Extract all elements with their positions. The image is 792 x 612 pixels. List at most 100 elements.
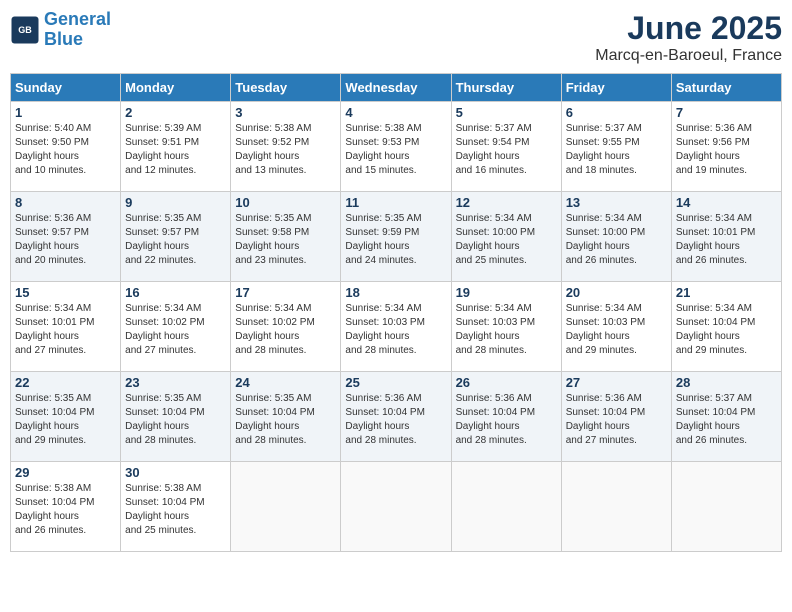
weekday-header: Sunday bbox=[11, 74, 121, 102]
day-info: Sunrise: 5:34 AM Sunset: 10:00 PM Daylig… bbox=[566, 212, 667, 268]
calendar-day-cell: 27 Sunrise: 5:36 AM Sunset: 10:04 PM Day… bbox=[561, 372, 671, 462]
calendar-week-row: 1 Sunrise: 5:40 AM Sunset: 9:50 PM Dayli… bbox=[11, 102, 782, 192]
day-info: Sunrise: 5:34 AM Sunset: 10:00 PM Daylig… bbox=[456, 212, 557, 268]
weekday-header: Monday bbox=[121, 74, 231, 102]
calendar-day-cell: 5 Sunrise: 5:37 AM Sunset: 9:54 PM Dayli… bbox=[451, 102, 561, 192]
day-number: 7 bbox=[676, 105, 777, 120]
weekday-header: Tuesday bbox=[231, 74, 341, 102]
day-number: 10 bbox=[235, 195, 336, 210]
weekday-header-row: SundayMondayTuesdayWednesdayThursdayFrid… bbox=[11, 74, 782, 102]
calendar-day-cell: 12 Sunrise: 5:34 AM Sunset: 10:00 PM Day… bbox=[451, 192, 561, 282]
calendar-day-cell bbox=[341, 462, 451, 552]
calendar-day-cell: 23 Sunrise: 5:35 AM Sunset: 10:04 PM Day… bbox=[121, 372, 231, 462]
day-number: 25 bbox=[345, 375, 446, 390]
day-info: Sunrise: 5:34 AM Sunset: 10:03 PM Daylig… bbox=[566, 302, 667, 358]
day-info: Sunrise: 5:36 AM Sunset: 10:04 PM Daylig… bbox=[345, 392, 446, 448]
day-number: 22 bbox=[15, 375, 116, 390]
day-number: 13 bbox=[566, 195, 667, 210]
day-info: Sunrise: 5:37 AM Sunset: 9:54 PM Dayligh… bbox=[456, 122, 557, 178]
day-number: 19 bbox=[456, 285, 557, 300]
calendar-day-cell: 4 Sunrise: 5:38 AM Sunset: 9:53 PM Dayli… bbox=[341, 102, 451, 192]
day-number: 18 bbox=[345, 285, 446, 300]
calendar-week-row: 15 Sunrise: 5:34 AM Sunset: 10:01 PM Day… bbox=[11, 282, 782, 372]
day-number: 14 bbox=[676, 195, 777, 210]
day-number: 8 bbox=[15, 195, 116, 210]
calendar-day-cell: 13 Sunrise: 5:34 AM Sunset: 10:00 PM Day… bbox=[561, 192, 671, 282]
day-number: 26 bbox=[456, 375, 557, 390]
day-info: Sunrise: 5:40 AM Sunset: 9:50 PM Dayligh… bbox=[15, 122, 116, 178]
calendar-day-cell: 28 Sunrise: 5:37 AM Sunset: 10:04 PM Day… bbox=[671, 372, 781, 462]
calendar-day-cell: 17 Sunrise: 5:34 AM Sunset: 10:02 PM Day… bbox=[231, 282, 341, 372]
day-info: Sunrise: 5:36 AM Sunset: 10:04 PM Daylig… bbox=[566, 392, 667, 448]
day-number: 30 bbox=[125, 465, 226, 480]
day-number: 3 bbox=[235, 105, 336, 120]
calendar-day-cell: 11 Sunrise: 5:35 AM Sunset: 9:59 PM Dayl… bbox=[341, 192, 451, 282]
calendar-week-row: 29 Sunrise: 5:38 AM Sunset: 10:04 PM Day… bbox=[11, 462, 782, 552]
calendar-day-cell: 16 Sunrise: 5:34 AM Sunset: 10:02 PM Day… bbox=[121, 282, 231, 372]
calendar-day-cell: 29 Sunrise: 5:38 AM Sunset: 10:04 PM Day… bbox=[11, 462, 121, 552]
day-info: Sunrise: 5:34 AM Sunset: 10:04 PM Daylig… bbox=[676, 302, 777, 358]
day-info: Sunrise: 5:35 AM Sunset: 9:59 PM Dayligh… bbox=[345, 212, 446, 268]
day-number: 4 bbox=[345, 105, 446, 120]
day-info: Sunrise: 5:34 AM Sunset: 10:01 PM Daylig… bbox=[676, 212, 777, 268]
weekday-header: Friday bbox=[561, 74, 671, 102]
calendar-day-cell: 20 Sunrise: 5:34 AM Sunset: 10:03 PM Day… bbox=[561, 282, 671, 372]
title-area: June 2025 Marcq-en-Baroeul, France bbox=[595, 10, 782, 65]
logo-blue: Blue bbox=[44, 29, 83, 49]
day-info: Sunrise: 5:38 AM Sunset: 10:04 PM Daylig… bbox=[15, 482, 116, 538]
calendar-day-cell: 1 Sunrise: 5:40 AM Sunset: 9:50 PM Dayli… bbox=[11, 102, 121, 192]
day-number: 17 bbox=[235, 285, 336, 300]
day-info: Sunrise: 5:38 AM Sunset: 9:52 PM Dayligh… bbox=[235, 122, 336, 178]
calendar-day-cell: 19 Sunrise: 5:34 AM Sunset: 10:03 PM Day… bbox=[451, 282, 561, 372]
calendar-day-cell: 8 Sunrise: 5:36 AM Sunset: 9:57 PM Dayli… bbox=[11, 192, 121, 282]
day-info: Sunrise: 5:39 AM Sunset: 9:51 PM Dayligh… bbox=[125, 122, 226, 178]
calendar-day-cell: 2 Sunrise: 5:39 AM Sunset: 9:51 PM Dayli… bbox=[121, 102, 231, 192]
day-info: Sunrise: 5:34 AM Sunset: 10:02 PM Daylig… bbox=[125, 302, 226, 358]
calendar-day-cell: 24 Sunrise: 5:35 AM Sunset: 10:04 PM Day… bbox=[231, 372, 341, 462]
calendar-day-cell: 3 Sunrise: 5:38 AM Sunset: 9:52 PM Dayli… bbox=[231, 102, 341, 192]
day-info: Sunrise: 5:38 AM Sunset: 10:04 PM Daylig… bbox=[125, 482, 226, 538]
calendar-day-cell: 15 Sunrise: 5:34 AM Sunset: 10:01 PM Day… bbox=[11, 282, 121, 372]
day-number: 27 bbox=[566, 375, 667, 390]
day-info: Sunrise: 5:35 AM Sunset: 9:57 PM Dayligh… bbox=[125, 212, 226, 268]
day-info: Sunrise: 5:34 AM Sunset: 10:01 PM Daylig… bbox=[15, 302, 116, 358]
calendar-day-cell bbox=[561, 462, 671, 552]
logo: GB General Blue bbox=[10, 10, 111, 50]
day-info: Sunrise: 5:34 AM Sunset: 10:02 PM Daylig… bbox=[235, 302, 336, 358]
day-info: Sunrise: 5:35 AM Sunset: 10:04 PM Daylig… bbox=[125, 392, 226, 448]
month-title: June 2025 bbox=[595, 10, 782, 47]
logo-general: General bbox=[44, 9, 111, 29]
day-number: 5 bbox=[456, 105, 557, 120]
page-header: GB General Blue June 2025 Marcq-en-Baroe… bbox=[10, 10, 782, 65]
day-number: 24 bbox=[235, 375, 336, 390]
calendar-table: SundayMondayTuesdayWednesdayThursdayFrid… bbox=[10, 73, 782, 552]
calendar-day-cell bbox=[451, 462, 561, 552]
calendar-day-cell: 7 Sunrise: 5:36 AM Sunset: 9:56 PM Dayli… bbox=[671, 102, 781, 192]
day-info: Sunrise: 5:38 AM Sunset: 9:53 PM Dayligh… bbox=[345, 122, 446, 178]
calendar-day-cell: 18 Sunrise: 5:34 AM Sunset: 10:03 PM Day… bbox=[341, 282, 451, 372]
day-info: Sunrise: 5:35 AM Sunset: 10:04 PM Daylig… bbox=[235, 392, 336, 448]
calendar-day-cell bbox=[671, 462, 781, 552]
day-number: 11 bbox=[345, 195, 446, 210]
logo-text: General Blue bbox=[44, 10, 111, 50]
weekday-header: Saturday bbox=[671, 74, 781, 102]
calendar-day-cell bbox=[231, 462, 341, 552]
day-info: Sunrise: 5:35 AM Sunset: 10:04 PM Daylig… bbox=[15, 392, 116, 448]
day-number: 23 bbox=[125, 375, 226, 390]
day-number: 20 bbox=[566, 285, 667, 300]
day-info: Sunrise: 5:36 AM Sunset: 9:57 PM Dayligh… bbox=[15, 212, 116, 268]
day-info: Sunrise: 5:37 AM Sunset: 9:55 PM Dayligh… bbox=[566, 122, 667, 178]
day-number: 29 bbox=[15, 465, 116, 480]
day-number: 21 bbox=[676, 285, 777, 300]
calendar-day-cell: 25 Sunrise: 5:36 AM Sunset: 10:04 PM Day… bbox=[341, 372, 451, 462]
day-info: Sunrise: 5:34 AM Sunset: 10:03 PM Daylig… bbox=[345, 302, 446, 358]
day-number: 6 bbox=[566, 105, 667, 120]
svg-text:GB: GB bbox=[18, 25, 32, 35]
calendar-week-row: 22 Sunrise: 5:35 AM Sunset: 10:04 PM Day… bbox=[11, 372, 782, 462]
calendar-day-cell: 30 Sunrise: 5:38 AM Sunset: 10:04 PM Day… bbox=[121, 462, 231, 552]
calendar-day-cell: 9 Sunrise: 5:35 AM Sunset: 9:57 PM Dayli… bbox=[121, 192, 231, 282]
day-info: Sunrise: 5:37 AM Sunset: 10:04 PM Daylig… bbox=[676, 392, 777, 448]
calendar-day-cell: 10 Sunrise: 5:35 AM Sunset: 9:58 PM Dayl… bbox=[231, 192, 341, 282]
day-info: Sunrise: 5:36 AM Sunset: 9:56 PM Dayligh… bbox=[676, 122, 777, 178]
weekday-header: Wednesday bbox=[341, 74, 451, 102]
